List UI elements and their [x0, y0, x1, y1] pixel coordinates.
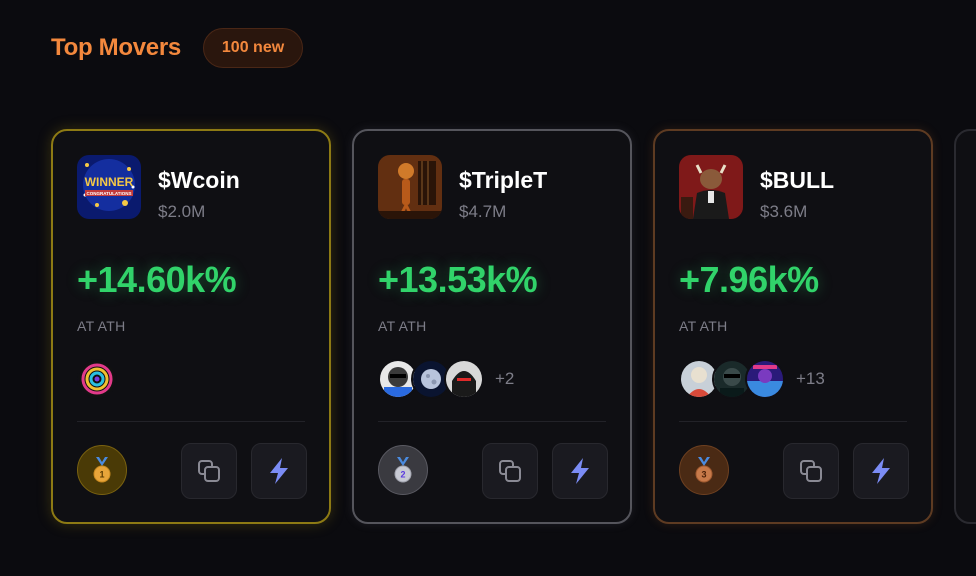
- copy-icon: [198, 460, 220, 482]
- new-count-badge[interactable]: 100 new: [202, 28, 304, 68]
- rank-number: 2: [400, 470, 405, 480]
- silver-medal-icon: 2: [378, 445, 428, 495]
- holder-avatar[interactable]: [745, 359, 785, 399]
- token-ticker[interactable]: $BULL: [760, 167, 834, 194]
- bronze-medal-icon: 3: [679, 445, 729, 495]
- ath-status: AT ATH: [77, 318, 126, 334]
- extra-holders-count: +2: [495, 369, 515, 388]
- copy-button[interactable]: [783, 443, 839, 499]
- section-header: Top Movers 100 new: [51, 28, 304, 68]
- token-card[interactable]: WINNER CONGRATULATIONS $Wcoin $2.0M +14.…: [51, 129, 331, 524]
- ath-status: AT ATH: [679, 318, 728, 334]
- ath-status: AT ATH: [378, 318, 427, 334]
- token-ticker[interactable]: $TripleT: [459, 167, 547, 194]
- holder-avatars: +13: [679, 359, 825, 399]
- token-card[interactable]: $BULL $3.6M +7.96k% AT ATH +13 3: [653, 129, 933, 524]
- token-card[interactable]: $TripleT $4.7M +13.53k% AT ATH +2 2: [352, 129, 632, 524]
- copy-icon: [800, 460, 822, 482]
- section-title: Top Movers: [51, 34, 181, 61]
- token-avatar: WINNER CONGRATULATIONS: [77, 155, 141, 219]
- gold-medal-icon: 1: [77, 445, 127, 495]
- token-avatar: [378, 155, 442, 219]
- holder-avatars: +2: [378, 359, 514, 399]
- svg-text:CONGRATULATIONS: CONGRATULATIONS: [86, 191, 131, 196]
- rank-number: 1: [99, 470, 104, 480]
- lightning-icon: [872, 458, 890, 484]
- holder-avatars: [77, 359, 128, 399]
- market-cap: $2.0M: [158, 202, 206, 221]
- holder-avatar[interactable]: [444, 359, 484, 399]
- rank-number: 3: [701, 470, 706, 480]
- copy-button[interactable]: [181, 443, 237, 499]
- lightning-icon: [571, 458, 589, 484]
- quick-buy-button[interactable]: [251, 443, 307, 499]
- token-card-partial[interactable]: [954, 129, 976, 524]
- svg-text:WINNER: WINNER: [85, 175, 134, 189]
- holder-avatar[interactable]: [77, 359, 117, 399]
- price-change: +13.53k%: [378, 259, 538, 300]
- quick-buy-button[interactable]: [853, 443, 909, 499]
- price-change: +14.60k%: [77, 259, 237, 300]
- market-cap: $3.6M: [760, 202, 808, 221]
- price-change: +7.96k%: [679, 259, 819, 300]
- token-avatar: [679, 155, 743, 219]
- market-cap: $4.7M: [459, 202, 507, 221]
- copy-button[interactable]: [482, 443, 538, 499]
- divider: [378, 421, 606, 422]
- quick-buy-button[interactable]: [552, 443, 608, 499]
- extra-holders-count: +13: [796, 369, 825, 388]
- lightning-icon: [270, 458, 288, 484]
- token-ticker[interactable]: $Wcoin: [158, 167, 240, 194]
- divider: [679, 421, 907, 422]
- divider: [77, 421, 305, 422]
- copy-icon: [499, 460, 521, 482]
